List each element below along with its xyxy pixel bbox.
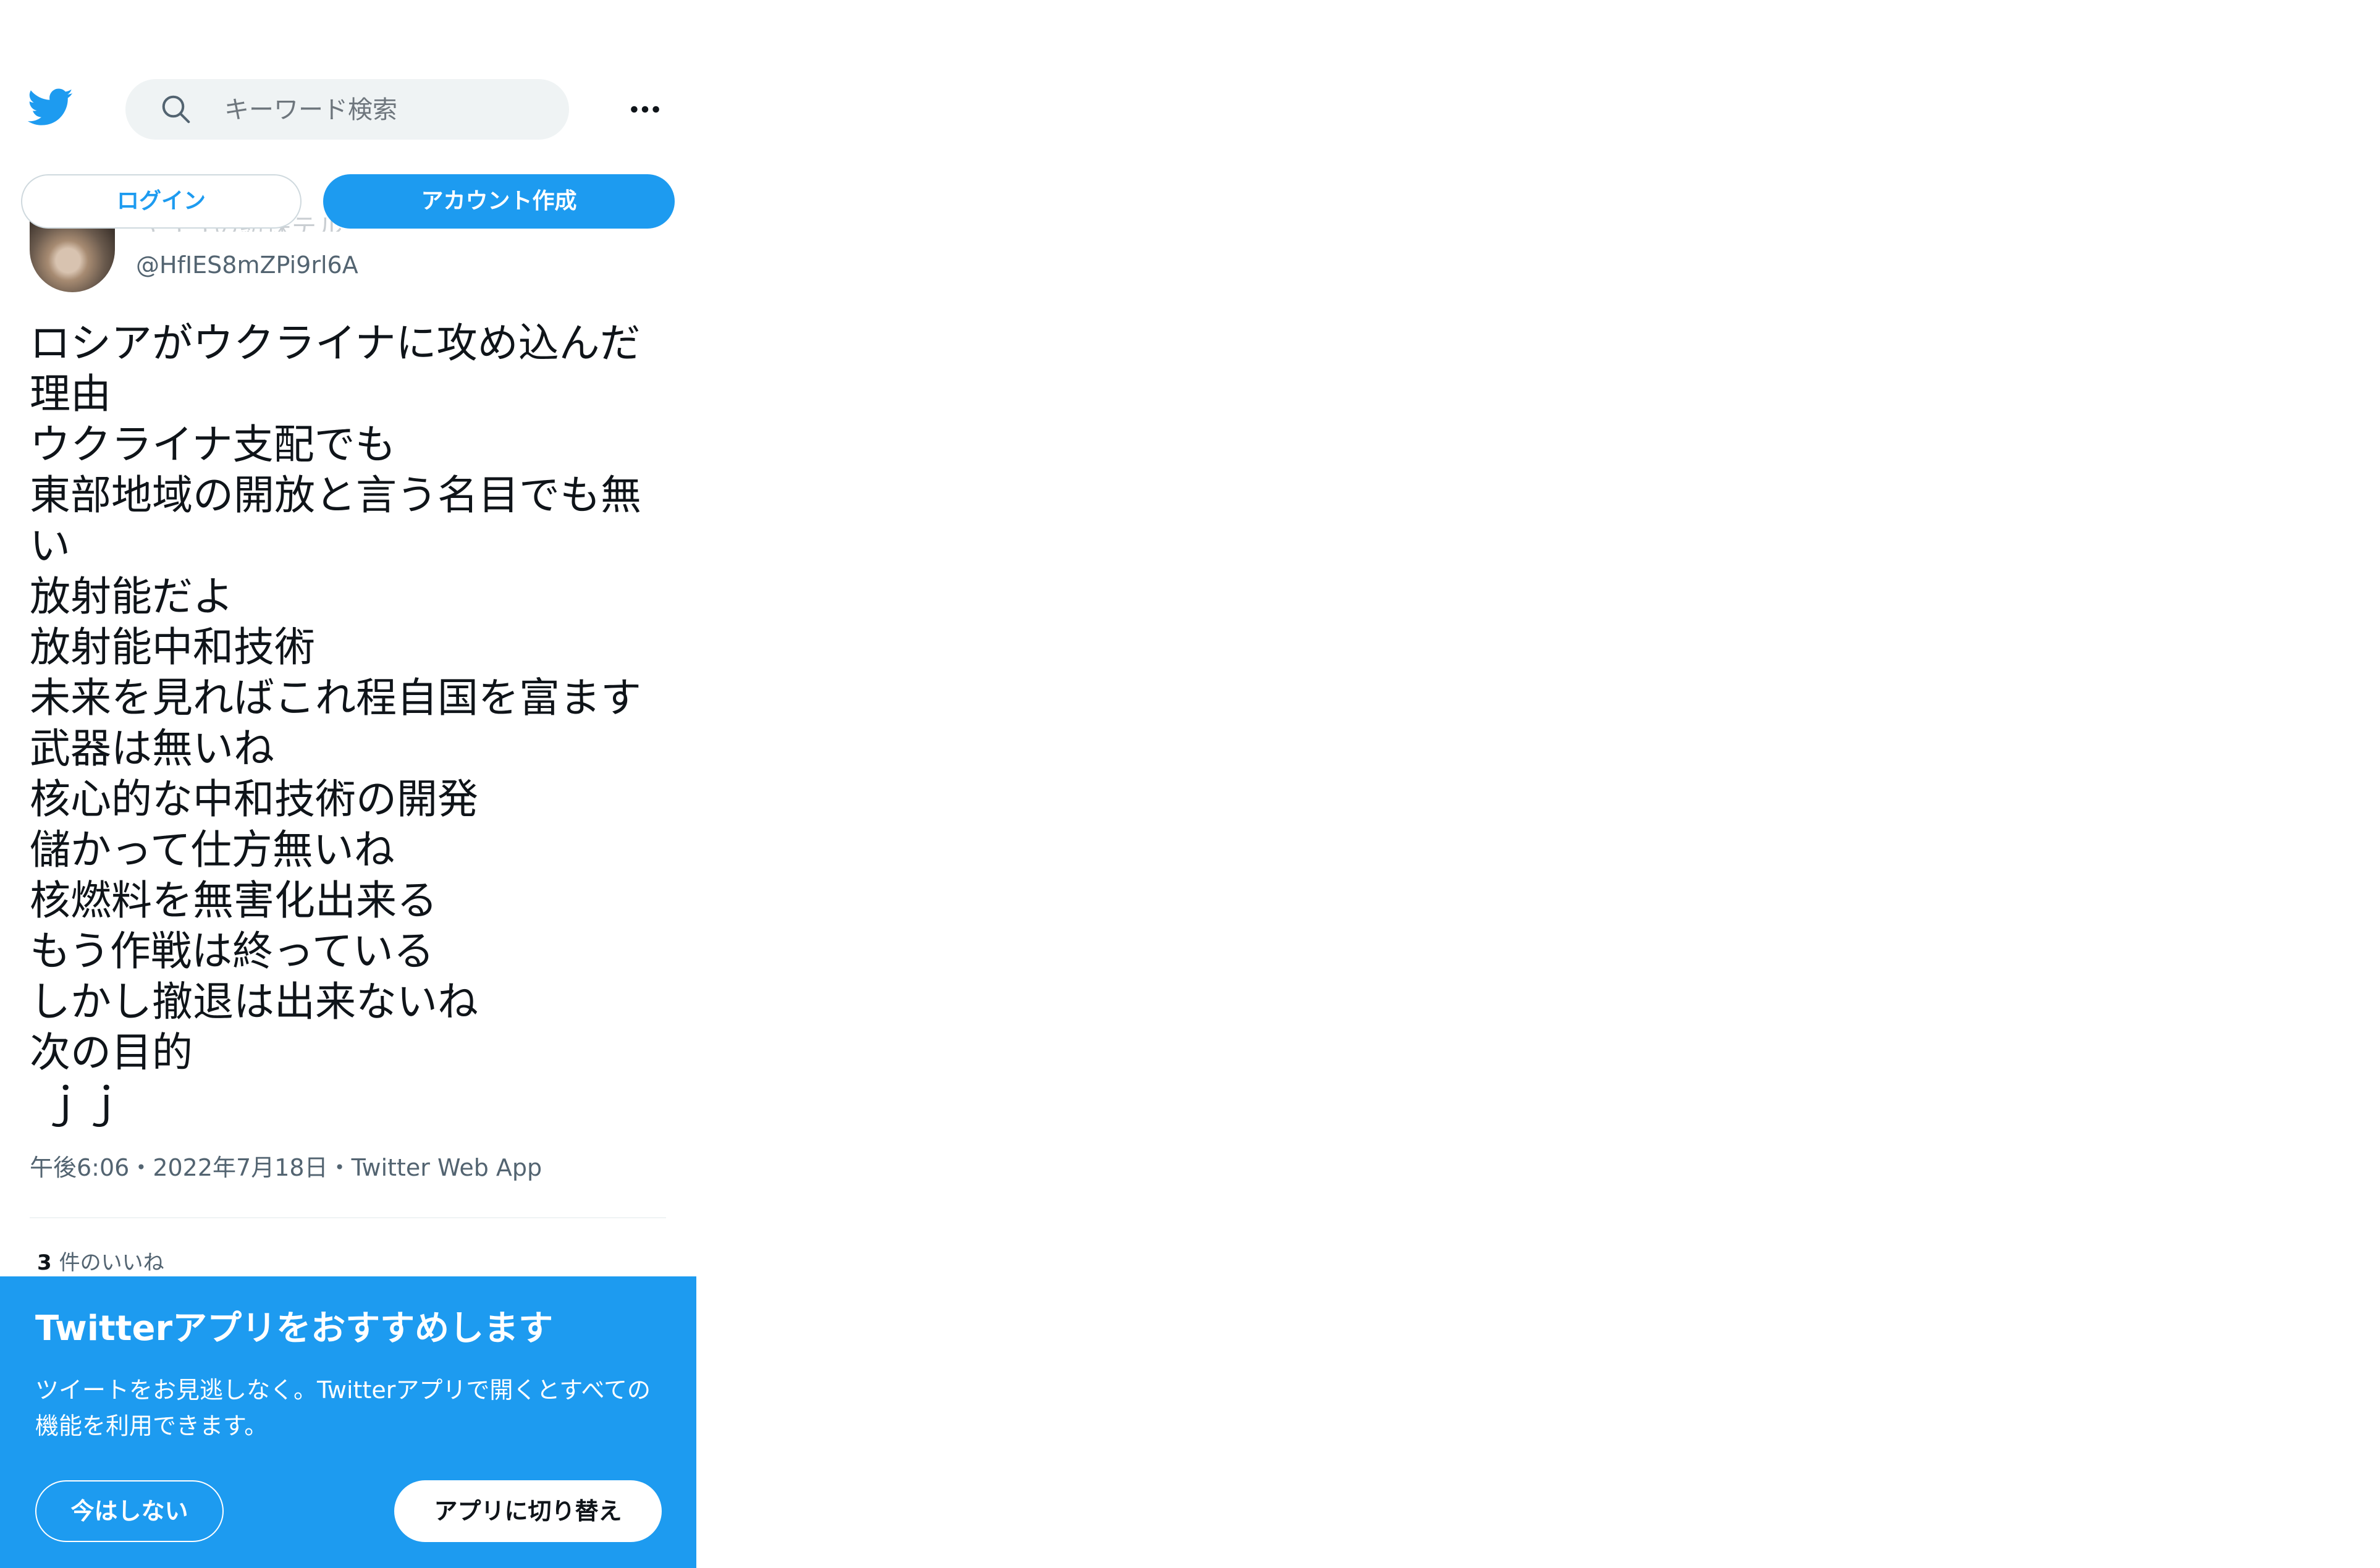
signup-button[interactable]: アカウント作成 [323, 174, 675, 229]
likes-number: 3 [37, 1250, 52, 1275]
banner-description: ツイートをお見逃しなく。Twitterアプリで開くとすべての機能を利用できます。 [35, 1376, 651, 1439]
not-now-button[interactable]: 今はしない [35, 1480, 224, 1542]
search-icon [162, 95, 190, 124]
search-input[interactable]: キーワード検索 [125, 79, 569, 140]
login-button[interactable]: ログイン [21, 174, 302, 229]
likes-label: 件のいいね [59, 1250, 164, 1275]
switch-to-app-button[interactable]: アプリに切り替え [394, 1480, 662, 1542]
banner-title: Twitterアプリをおすすめします [35, 1309, 554, 1349]
divider [30, 1217, 666, 1218]
top-bar: キーワード検索 [0, 0, 696, 164]
app-promo-banner: Twitterアプリをおすすめします ツイートをお見逃しなく。Twitterアプ… [0, 1276, 696, 1568]
app-column: キーワード検索 ３５５の紡珠テル @HfIES8mZPi9rl6A ログイン ア… [0, 0, 696, 1568]
likes-count[interactable]: 3 件のいいね [37, 1249, 164, 1276]
tweet-text: ロシアがウクライナに攻め込んだ理由 ウクライナ支配でも 東部地域の開放と言う名目… [30, 319, 641, 1127]
tweet-timestamp[interactable]: 午後6:06・2022年7月18日・Twitter Web App [30, 1153, 542, 1182]
user-handle[interactable]: @HfIES8mZPi9rl6A [136, 250, 358, 280]
search-placeholder: キーワード検索 [224, 96, 397, 124]
more-horizontal-icon[interactable] [628, 103, 662, 116]
twitter-bird-icon[interactable] [28, 88, 74, 127]
